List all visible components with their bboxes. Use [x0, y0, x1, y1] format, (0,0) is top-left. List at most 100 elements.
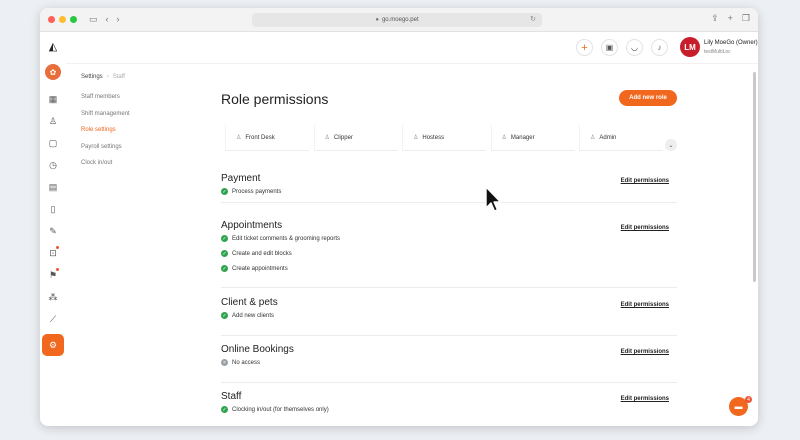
- role-label: Clipper: [333, 134, 353, 141]
- chat-badge: 4: [745, 396, 752, 403]
- permission-item: ✓ Clocking in/out (for themselves only): [221, 402, 677, 417]
- top-bar: + ▣ ◡ ♪ LM Lily MoeGo (Owner) testMultiL…: [66, 32, 758, 64]
- url-text: go.moego.pet: [381, 17, 419, 23]
- role-tabs: ♙ Front Desk ♙ Clipper ♙ Hostess ♙ Manager ♙…: [225, 125, 668, 151]
- check-icon: ✓: [221, 312, 228, 319]
- business-avatar[interactable]: ✿: [45, 64, 61, 80]
- browser-chrome: ▭ ‹ › ● go.moego.pet ↻ ⇪ + ❐: [40, 8, 758, 32]
- mouse-cursor-icon: [485, 186, 502, 212]
- bell-icon[interactable]: ♪: [651, 39, 668, 56]
- nav-item-role-settings[interactable]: Role settings: [81, 127, 201, 144]
- nav-item-clock-in-out[interactable]: Clock in/out: [81, 160, 201, 177]
- role-tab-manager[interactable]: ♙ Manager: [490, 125, 575, 151]
- section-title: Online Bookings: [221, 344, 294, 355]
- reminders-icon[interactable]: ◷: [42, 154, 64, 176]
- section-title: Payment: [221, 173, 261, 184]
- add-new-role-button[interactable]: Add new role: [619, 90, 677, 106]
- lock-icon: ●: [375, 17, 379, 23]
- permission-label: Create and edit blocks: [232, 250, 292, 257]
- section-appointments: Appointments Edit permissions ✓ Edit tick…: [221, 220, 677, 288]
- permission-label: No access: [232, 359, 261, 366]
- reload-icon[interactable]: ↻: [530, 15, 536, 23]
- nav-item-payroll-settings[interactable]: Payroll settings: [81, 144, 201, 161]
- back-icon[interactable]: ‹: [106, 15, 109, 24]
- new-tab-icon[interactable]: +: [728, 14, 733, 23]
- edit-permissions-link[interactable]: Edit permissions: [621, 225, 669, 231]
- booking-icon[interactable]: ▤: [42, 176, 64, 198]
- tabs-overview-icon[interactable]: ❐: [742, 14, 750, 23]
- add-icon[interactable]: +: [576, 39, 593, 56]
- more-roles-chevron-icon[interactable]: ⌄: [665, 139, 677, 151]
- role-tab-admin[interactable]: ♙ Admin: [579, 125, 663, 151]
- gift-icon[interactable]: ▣: [601, 39, 618, 56]
- breadcrumb-current: Staff: [112, 74, 125, 80]
- marketing-icon[interactable]: ⚑: [42, 264, 64, 286]
- address-bar[interactable]: ● go.moego.pet ↻: [252, 13, 542, 27]
- person-icon: ♙: [236, 135, 242, 141]
- permission-item: ✓ Create and edit blocks: [221, 246, 677, 261]
- share-icon[interactable]: ⇪: [711, 14, 719, 23]
- support-headset-icon[interactable]: ◡: [626, 39, 643, 56]
- divider: [221, 382, 677, 383]
- clients-icon[interactable]: ♙: [42, 110, 64, 132]
- section-staff: Staff Edit permissions ✓ Clocking in/out …: [221, 391, 677, 417]
- settings-nav: Settings › Staff Staff members Shift manag…: [81, 74, 201, 177]
- edit-permissions-link[interactable]: Edit permissions: [621, 178, 669, 184]
- check-icon: ✓: [221, 406, 228, 413]
- permission-label: Create appointments: [232, 265, 288, 272]
- team-icon[interactable]: ⁂: [42, 286, 64, 308]
- edit-permissions-link[interactable]: Edit permissions: [621, 349, 669, 355]
- edit-permissions-link[interactable]: Edit permissions: [621, 302, 669, 308]
- person-icon: ♙: [501, 135, 507, 141]
- calendar-icon[interactable]: ▦: [42, 88, 64, 110]
- edit-permissions-link[interactable]: Edit permissions: [621, 396, 669, 402]
- section-title: Appointments: [221, 220, 283, 231]
- insights-icon[interactable]: ⟋: [42, 308, 64, 330]
- section-payment: Payment Edit permissions ✓ Process paymen…: [221, 173, 677, 203]
- role-tab-front-desk[interactable]: ♙ Front Desk: [225, 125, 309, 151]
- scrollbar[interactable]: [753, 72, 756, 282]
- messages-icon[interactable]: ▢: [42, 132, 64, 154]
- maximize-window-button[interactable]: [70, 16, 77, 23]
- role-label: Front Desk: [245, 134, 275, 141]
- permission-label: Edit ticket comments & grooming reports: [232, 235, 341, 242]
- role-tab-clipper[interactable]: ♙ Clipper: [313, 125, 398, 151]
- retail-icon[interactable]: ⊡: [42, 242, 64, 264]
- user-name[interactable]: Lily MoeGo (Owner): [704, 40, 758, 46]
- permission-label: Process payments: [232, 188, 282, 195]
- section-online-bookings: Online Bookings Edit permissions × No acc…: [221, 344, 677, 383]
- breadcrumb: Settings › Staff: [81, 74, 125, 80]
- no-access-icon: ×: [221, 359, 228, 366]
- section-client-pets: Client & pets Edit permissions ✓ Add new …: [221, 297, 677, 336]
- settings-icon[interactable]: ⚙: [42, 334, 64, 356]
- reports-icon[interactable]: ▯: [42, 198, 64, 220]
- browser-window: ▭ ‹ › ● go.moego.pet ↻ ⇪ + ❐ ◭ ✿ ▦ ♙ ▢ ◷…: [40, 8, 758, 426]
- nav-item-shift-management[interactable]: Shift management: [81, 111, 201, 128]
- check-icon: ✓: [221, 250, 228, 257]
- divider: [221, 335, 677, 336]
- user-avatar[interactable]: LM: [680, 37, 700, 57]
- app-sidebar: ◭ ✿ ▦ ♙ ▢ ◷ ▤ ▯ ✎ ⊡ ⚑ ⁂ ⟋ ⚙: [40, 32, 66, 426]
- breadcrumb-root[interactable]: Settings: [81, 74, 103, 80]
- person-icon: ♙: [324, 135, 330, 141]
- role-label: Admin: [599, 134, 617, 141]
- minimize-window-button[interactable]: [59, 16, 66, 23]
- divider: [221, 287, 677, 288]
- check-icon: ✓: [221, 265, 228, 272]
- moego-logo-icon[interactable]: ◭: [49, 40, 57, 58]
- permission-item: ✓ Edit ticket comments & grooming reports: [221, 231, 677, 246]
- check-icon: ✓: [221, 235, 228, 242]
- permission-item: ✓ Create appointments: [221, 261, 677, 276]
- nav-item-staff-members[interactable]: Staff members: [81, 94, 201, 111]
- role-tab-hostess[interactable]: ♙ Hostess: [402, 125, 486, 151]
- sidebar-toggle-icon[interactable]: ▭: [89, 15, 98, 24]
- permission-item: ✓ Process payments: [221, 184, 677, 199]
- forward-icon[interactable]: ›: [117, 15, 120, 24]
- person-icon: ♙: [590, 135, 596, 141]
- close-window-button[interactable]: [48, 16, 55, 23]
- edit-icon[interactable]: ✎: [42, 220, 64, 242]
- permission-item: × No access: [221, 355, 677, 370]
- divider: [221, 202, 677, 203]
- business-name: testMultiLoc: [704, 49, 731, 55]
- permission-label: Clocking in/out (for themselves only): [232, 406, 329, 413]
